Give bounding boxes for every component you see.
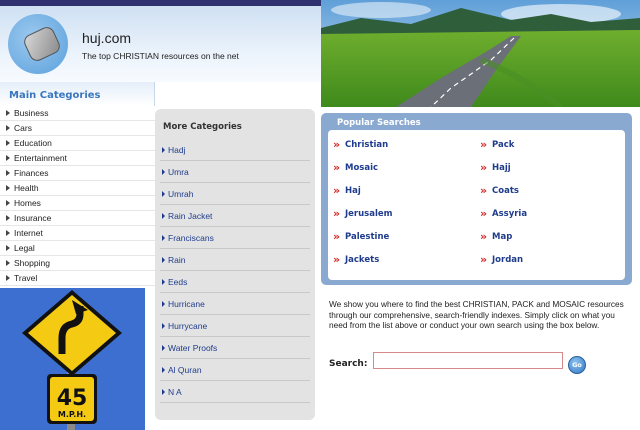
more-categories: More Categories Hadj Umra Umrah Rain Jac… — [155, 109, 315, 420]
more-categories-title: More Categories — [163, 122, 242, 132]
right-border — [634, 107, 640, 430]
popular-link-mosaic[interactable]: Mosaic — [333, 161, 378, 174]
more-item-al-quran[interactable]: Al Quran — [160, 359, 310, 381]
category-health[interactable]: Health — [0, 181, 155, 196]
more-item-rain[interactable]: Rain — [160, 249, 310, 271]
header-landscape-image — [321, 0, 640, 107]
popular-link-christian[interactable]: Christian — [333, 138, 388, 151]
more-item-hurricane[interactable]: Hurricane — [160, 293, 310, 315]
speed-unit: M.P.H. — [58, 410, 86, 419]
site-name[interactable]: huj.com — [82, 30, 131, 46]
page: huj.com The top CHRISTIAN resources on t… — [0, 0, 640, 430]
popular-link-map[interactable]: Map — [480, 230, 512, 243]
more-item-eeds[interactable]: Eeds — [160, 271, 310, 293]
popular-link-jordan[interactable]: Jordan — [480, 253, 523, 266]
more-item-umrah[interactable]: Umrah — [160, 183, 310, 205]
description-text: We show you where to find the best CHRIS… — [329, 299, 624, 330]
popular-link-jackets[interactable]: Jackets — [333, 253, 379, 266]
category-education[interactable]: Education — [0, 136, 155, 151]
more-item-hurrycane[interactable]: Hurrycane — [160, 315, 310, 337]
category-legal[interactable]: Legal — [0, 241, 155, 256]
more-item-water-proofs[interactable]: Water Proofs — [160, 337, 310, 359]
search-label: Search: — [329, 359, 368, 369]
more-item-hadj[interactable]: Hadj — [160, 139, 310, 161]
popular-link-palestine[interactable]: Palestine — [333, 230, 389, 243]
category-shopping[interactable]: Shopping — [0, 256, 155, 271]
popular-searches: Popular Searches Christian Mosaic Haj Je… — [321, 113, 632, 285]
category-internet[interactable]: Internet — [0, 226, 155, 241]
category-homes[interactable]: Homes — [0, 196, 155, 211]
more-item-umra[interactable]: Umra — [160, 161, 310, 183]
main-categories-title: Main Categories — [0, 82, 155, 106]
popular-link-haj[interactable]: Haj — [333, 184, 361, 197]
category-cars[interactable]: Cars — [0, 121, 155, 136]
more-item-franciscans[interactable]: Franciscans — [160, 227, 310, 249]
popular-searches-list: Christian Mosaic Haj Jerusalem Palestine… — [328, 130, 625, 280]
category-insurance[interactable]: Insurance — [0, 211, 155, 226]
header: huj.com The top CHRISTIAN resources on t… — [0, 6, 321, 82]
more-item-na[interactable]: N A — [160, 381, 310, 403]
category-finances[interactable]: Finances — [0, 166, 155, 181]
popular-link-jerusalem[interactable]: Jerusalem — [333, 207, 393, 220]
search-input[interactable] — [373, 352, 563, 369]
popular-searches-title: Popular Searches — [337, 118, 421, 128]
go-button[interactable]: Go — [568, 356, 586, 374]
popular-link-hajj[interactable]: Hajj — [480, 161, 511, 174]
category-business[interactable]: Business — [0, 106, 155, 121]
speed-value: 45 — [57, 386, 88, 411]
category-travel[interactable]: Travel — [0, 271, 155, 286]
category-entertainment[interactable]: Entertainment — [0, 151, 155, 166]
tagline: The top CHRISTIAN resources on the net — [82, 51, 239, 61]
more-item-rain-jacket[interactable]: Rain Jacket — [160, 205, 310, 227]
popular-link-pack[interactable]: Pack — [480, 138, 514, 151]
road-sign-image: 45 M.P.H. — [0, 288, 145, 430]
popular-link-coats[interactable]: Coats — [480, 184, 519, 197]
popular-link-assyria[interactable]: Assyria — [480, 207, 527, 220]
